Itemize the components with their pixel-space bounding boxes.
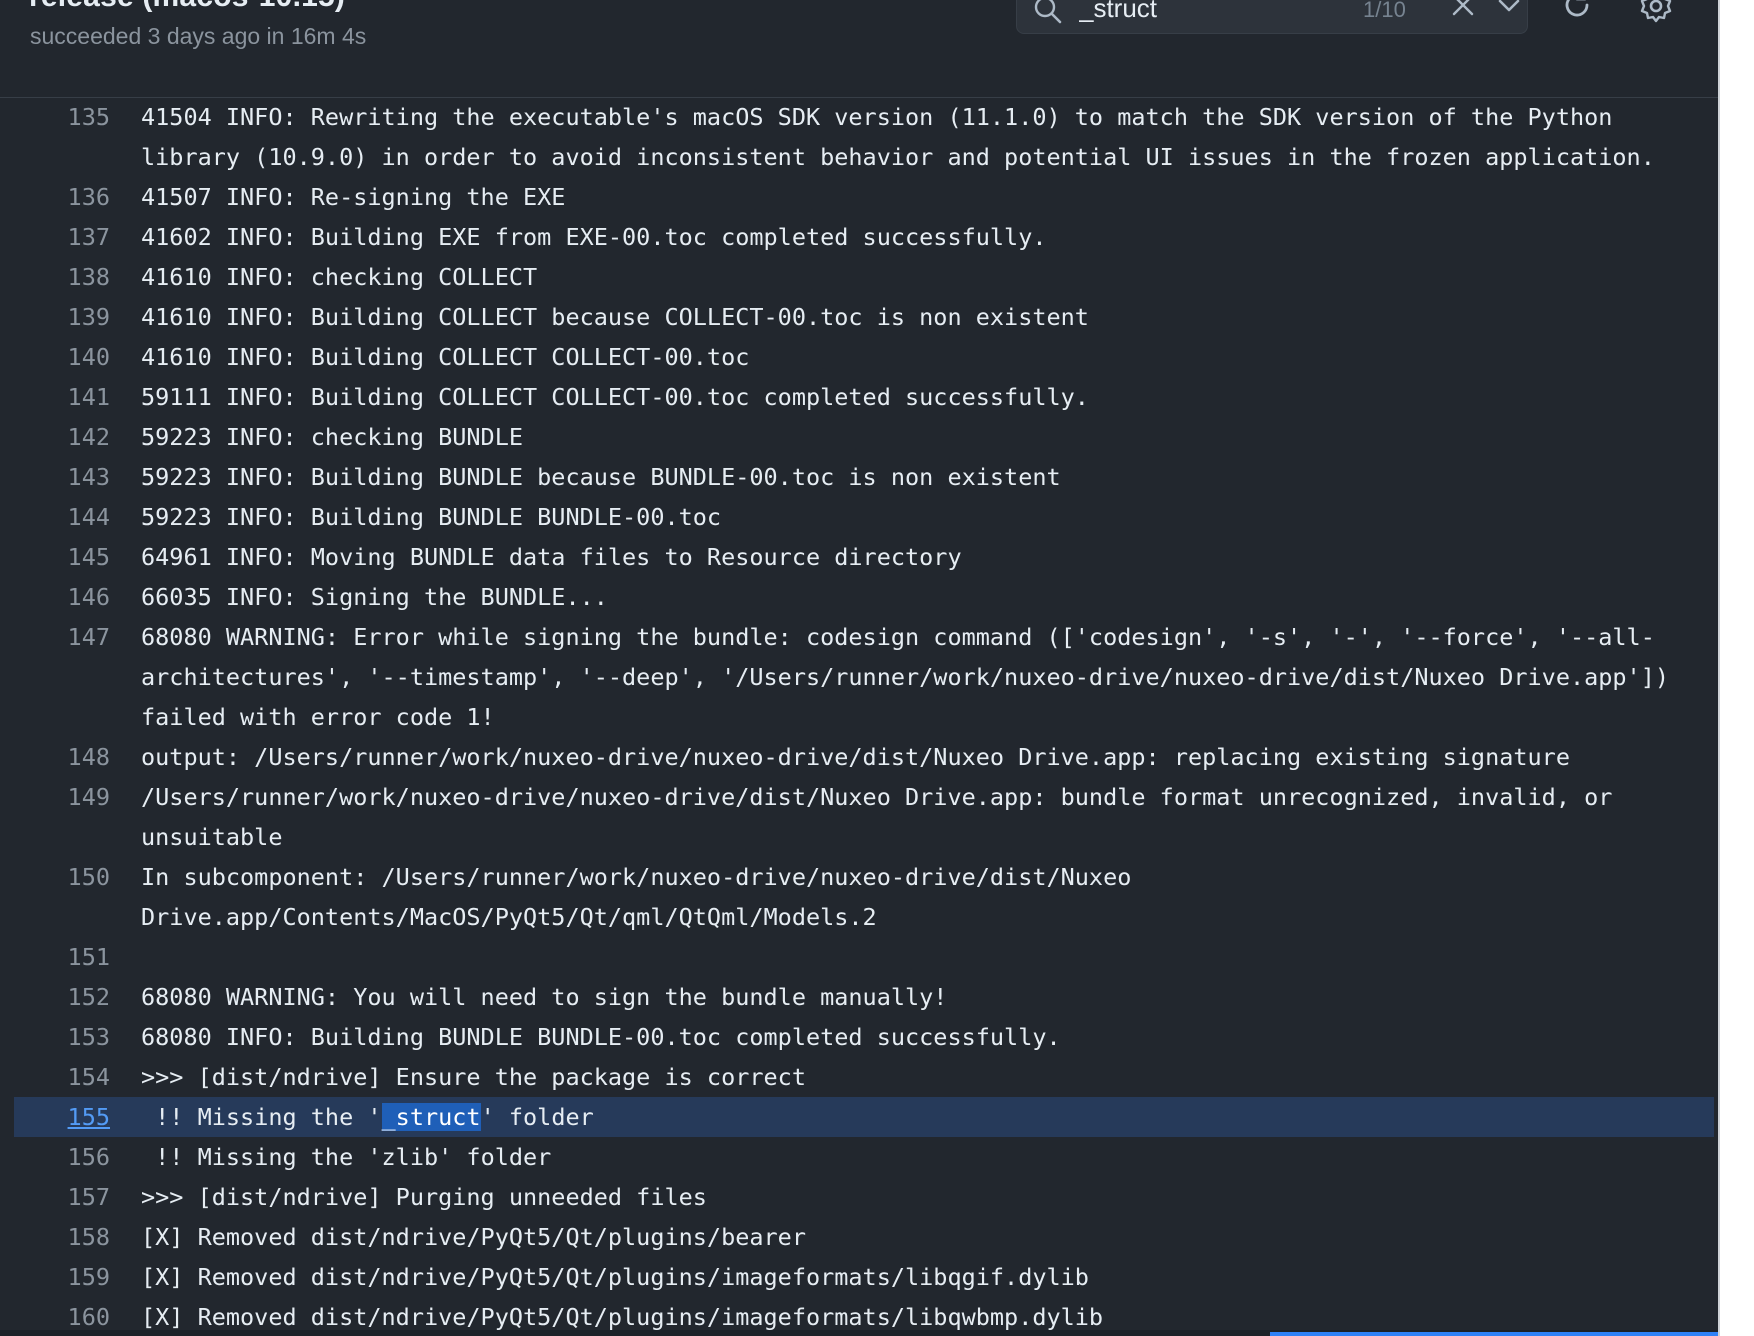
refresh-icon[interactable] (1560, 0, 1594, 22)
log-line-text: >>> [dist/ndrive] Ensure the package is … (141, 1063, 806, 1091)
log-line: 142 59223 INFO: checking BUNDLE (0, 417, 1718, 457)
log-line-text: output: /Users/runner/work/nuxeo-drive/n… (141, 743, 1570, 771)
log-line-text: 59223 INFO: checking BUNDLE (141, 423, 524, 451)
log-output: 135 41504 INFO: Rewriting the executable'… (0, 97, 1718, 1336)
line-number-link[interactable]: 154 (0, 1057, 141, 1097)
progress-strip-fill (1270, 1332, 1718, 1336)
line-number-link[interactable]: 147 (0, 617, 141, 657)
log-line: 150 In subcomponent: /Users/runner/work/n… (0, 857, 1718, 937)
log-line-text: In subcomponent: /Users/runner/work/nuxe… (141, 863, 1146, 931)
line-number-link[interactable]: 157 (0, 1177, 141, 1217)
log-line: 139 41610 INFO: Building COLLECT because … (0, 297, 1718, 337)
log-line-text: 41602 INFO: Building EXE from EXE-00.toc… (141, 223, 1047, 251)
log-line-text: 64961 INFO: Moving BUNDLE data files to … (141, 543, 962, 571)
log-line: 145 64961 INFO: Moving BUNDLE data files … (0, 537, 1718, 577)
log-line: 152 68080 WARNING: You will need to sign … (0, 977, 1718, 1017)
log-line: 158 [X] Removed dist/ndrive/PyQt5/Qt/plug… (0, 1217, 1718, 1257)
window-edge (1718, 0, 1754, 1336)
close-icon[interactable] (1449, 0, 1477, 19)
search-input[interactable] (1077, 0, 1341, 25)
log-line: 135 41504 INFO: Rewriting the executable'… (0, 97, 1718, 177)
line-number-link[interactable]: 135 (0, 97, 141, 137)
line-number-link[interactable]: 153 (0, 1017, 141, 1057)
line-number-link[interactable]: 141 (0, 377, 141, 417)
log-line-text: >>> [dist/ndrive] Purging unneeded files (141, 1183, 707, 1211)
log-line: 136 41507 INFO: Re-signing the EXE (0, 177, 1718, 217)
log-line: 148 output: /Users/runner/work/nuxeo-driv… (0, 737, 1718, 777)
line-number-link[interactable]: 152 (0, 977, 141, 1017)
line-number-link[interactable]: 156 (0, 1137, 141, 1177)
line-number-link[interactable]: 145 (0, 537, 141, 577)
log-line: 143 59223 INFO: Building BUNDLE because B… (0, 457, 1718, 497)
gear-icon[interactable] (1638, 0, 1674, 24)
line-number-link[interactable]: 138 (0, 257, 141, 297)
log-line-text: 41504 INFO: Rewriting the executable's m… (141, 103, 1655, 171)
log-line-text: 68080 WARNING: You will need to sign the… (141, 983, 948, 1011)
line-number-link[interactable]: 139 (0, 297, 141, 337)
log-line: 140 41610 INFO: Building COLLECT COLLECT-… (0, 337, 1718, 377)
log-line: 138 41610 INFO: checking COLLECT (0, 257, 1718, 297)
search-match-highlight: _struct (381, 1103, 481, 1131)
log-line-text: 66035 INFO: Signing the BUNDLE... (141, 583, 608, 611)
line-number-link[interactable]: 151 (0, 937, 141, 977)
line-number-link[interactable]: 136 (0, 177, 141, 217)
log-line-text: 41610 INFO: Building COLLECT because COL… (141, 303, 1089, 331)
search-icon (1034, 0, 1062, 24)
line-number-link[interactable]: 159 (0, 1257, 141, 1297)
log-line-text: 41507 INFO: Re-signing the EXE (141, 183, 566, 211)
job-title: release (macos-10.15) (29, 0, 345, 14)
log-line-text: 59223 INFO: Building BUNDLE because BUND… (141, 463, 1061, 491)
line-number-link[interactable]: 150 (0, 857, 141, 897)
job-status-text: succeeded 3 days ago in 16m 4s (30, 23, 367, 49)
line-number-link[interactable]: 148 (0, 737, 141, 777)
line-number-link[interactable]: 146 (0, 577, 141, 617)
chevron-down-icon[interactable] (1496, 0, 1522, 19)
log-line: 149/Users/runner/work/nuxeo-drive/nuxeo-… (0, 777, 1718, 857)
log-line: 144 59223 INFO: Building BUNDLE BUNDLE-00… (0, 497, 1718, 537)
progress-strip (0, 1330, 1718, 1336)
line-number-link[interactable]: 142 (0, 417, 141, 457)
log-line: 146 66035 INFO: Signing the BUNDLE... (0, 577, 1718, 617)
log-line-text: [X] Removed dist/ndrive/PyQt5/Qt/plugins… (141, 1263, 1089, 1291)
log-line-text: 59223 INFO: Building BUNDLE BUNDLE-00.to… (141, 503, 722, 531)
log-line: 151 (0, 937, 1718, 977)
log-line: 157 >>> [dist/ndrive] Purging unneeded fi… (0, 1177, 1718, 1217)
line-number-link[interactable]: 140 (0, 337, 141, 377)
log-line: 153 68080 INFO: Building BUNDLE BUNDLE-00… (0, 1017, 1718, 1057)
log-line-text: !! Missing the '_struct' folder (141, 1103, 594, 1131)
line-number-link[interactable]: 158 (0, 1217, 141, 1257)
log-line: 159 [X] Removed dist/ndrive/PyQt5/Qt/plug… (0, 1257, 1718, 1297)
log-line-text: 41610 INFO: Building COLLECT COLLECT-00.… (141, 343, 750, 371)
log-line: 155 !! Missing the '_struct' folder (14, 1097, 1714, 1137)
log-line: 156 !! Missing the 'zlib' folder (0, 1137, 1718, 1177)
log-line-text: 68080 INFO: Building BUNDLE BUNDLE-00.to… (141, 1023, 1061, 1051)
search-match-count: 1/10 (1363, 0, 1406, 22)
log-search-box[interactable]: 1/10 (1016, 0, 1528, 34)
log-line-text: 41610 INFO: checking COLLECT (141, 263, 538, 291)
log-line-text: !! Missing the 'zlib' folder (141, 1143, 552, 1171)
log-line-text: 68080 WARNING: Error while signing the b… (141, 623, 1684, 731)
line-number-link[interactable]: 149 (0, 777, 141, 817)
log-line-text: /Users/runner/work/nuxeo-drive/nuxeo-dri… (141, 783, 1627, 851)
log-line: 137 41602 INFO: Building EXE from EXE-00.… (0, 217, 1718, 257)
line-number-link[interactable]: 137 (0, 217, 141, 257)
line-number-link[interactable]: 155 (14, 1097, 141, 1137)
log-line: 154 >>> [dist/ndrive] Ensure the package … (0, 1057, 1718, 1097)
job-log-view: release (macos-10.15) succeeded 3 days a… (0, 0, 1718, 1336)
log-line: 141 59111 INFO: Building COLLECT COLLECT-… (0, 377, 1718, 417)
log-line-text: 59111 INFO: Building COLLECT COLLECT-00.… (141, 383, 1089, 411)
log-line-text: [X] Removed dist/ndrive/PyQt5/Qt/plugins… (141, 1223, 806, 1251)
line-number-link[interactable]: 143 (0, 457, 141, 497)
line-number-link[interactable]: 144 (0, 497, 141, 537)
log-line: 147 68080 WARNING: Error while signing th… (0, 617, 1718, 737)
job-header: release (macos-10.15) succeeded 3 days a… (0, 0, 1718, 98)
